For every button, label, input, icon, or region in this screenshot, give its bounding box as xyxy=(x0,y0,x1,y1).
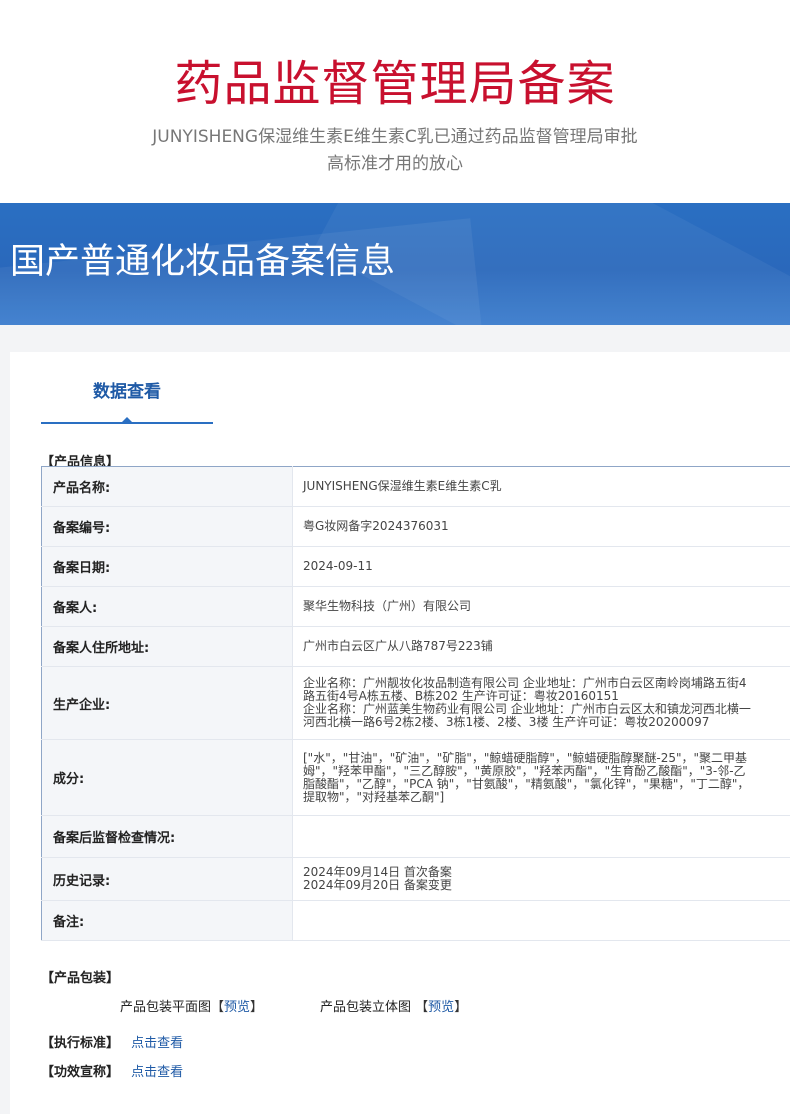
row-value xyxy=(292,900,790,941)
efficacy-label: 【功效宣称】 xyxy=(41,1065,120,1080)
row-key: 产品名称: xyxy=(41,466,293,507)
standard-view-link[interactable]: 点击查看 xyxy=(131,1036,183,1051)
product-info-table: 产品名称: JUNYISHENG保湿维生素E维生素C乳 备案编号: 粤G妆网备字… xyxy=(41,466,790,941)
row-value-production-company: 企业名称：广州靓妆化妆品制造有限公司 企业地址：广州市白云区南岭岗埔路五街4 路… xyxy=(292,666,790,740)
text-line: 河西北横一路6号2栋2楼、3栋1楼、2楼、3楼 生产许可证：粤妆20200097 xyxy=(303,715,710,729)
packaging-flat-label: 产品包装平面图 xyxy=(120,1000,212,1015)
table-row: 历史记录: 2024年09月14日 首次备案 2024年09月20日 备案变更 xyxy=(41,857,790,901)
subtitle-line-2: 高标准才用的放心 xyxy=(327,154,463,174)
tab-indicator-caret xyxy=(121,417,133,423)
table-row: 成分: ["水"，"甘油"，"矿油"，"矿脂"，"鲸蜡硬脂醇"，"鲸蜡硬脂醇聚醚… xyxy=(41,739,790,816)
packaging-flat-preview-link[interactable]: 预览 xyxy=(224,1000,250,1015)
row-value-ingredients: ["水"，"甘油"，"矿油"，"矿脂"，"鲸蜡硬脂醇"，"鲸蜡硬脂醇聚醚-25"… xyxy=(292,739,790,816)
table-row: 备案日期: 2024-09-11 xyxy=(41,546,790,587)
content-area: 数据查看 【产品信息】 产品名称: JUNYISHENG保湿维生素E维生素C乳 … xyxy=(0,352,790,1114)
table-row: 备案后监督检查情况: xyxy=(41,815,790,858)
row-value: 粤G妆网备字2024376031 xyxy=(292,506,790,547)
banner-title: 国产普通化妆品备案信息 xyxy=(10,242,396,282)
standard-label: 【执行标准】 xyxy=(41,1036,120,1051)
page-title: 药品监督管理局备案 xyxy=(174,56,616,112)
packaging-solid: 产品包装立体图 【预览】 xyxy=(320,996,467,1015)
text-line: 脂酸酯"，"乙醇"，"PCA 钠"，"甘氨酸"，"精氨酸"，"氯化锌"，"果糖"… xyxy=(303,776,750,791)
text-line: ["水"，"甘油"，"矿油"，"矿脂"，"鲸蜡硬脂醇"，"鲸蜡硬脂醇聚醚-25"… xyxy=(303,750,748,765)
table-row: 备案人住所地址: 广州市白云区广从八路787号223铺 xyxy=(41,626,790,667)
subtitle-line-1: JUNYISHENG保湿维生素E维生素C乳已通过药品监督管理局审批 xyxy=(152,127,638,147)
row-key: 备案人: xyxy=(41,586,293,627)
standard-row: 【执行标准】 点击查看 xyxy=(41,1032,183,1051)
efficacy-view-link[interactable]: 点击查看 xyxy=(131,1065,183,1080)
table-row: 产品名称: JUNYISHENG保湿维生素E维生素C乳 xyxy=(41,466,790,507)
row-value: 2024-09-11 xyxy=(292,546,790,587)
page-header: 药品监督管理局备案 JUNYISHENG保湿维生素E维生素C乳已通过药品监督管理… xyxy=(0,0,790,203)
bracket: 【 xyxy=(211,1000,225,1015)
table-row: 备案人: 聚华生物科技（广州）有限公司 xyxy=(41,586,790,627)
row-key: 成分: xyxy=(41,739,293,816)
row-value: 广州市白云区广从八路787号223铺 xyxy=(292,626,790,667)
row-key: 历史记录: xyxy=(41,857,293,901)
packaging-solid-label: 产品包装立体图 xyxy=(320,1000,412,1015)
text-line: 姆"，"羟苯甲酯"，"三乙醇胺"，"黄原胶"，"羟苯丙酯"，"生育酚乙酸酯"，"… xyxy=(303,763,746,778)
row-key: 备案编号: xyxy=(41,506,293,547)
banner: 国产普通化妆品备案信息 xyxy=(0,203,790,325)
spacer xyxy=(0,325,790,352)
tab-bar: 数据查看 xyxy=(10,352,790,424)
table-row: 生产企业: 企业名称：广州靓妆化妆品制造有限公司 企业地址：广州市白云区南岭岗埔… xyxy=(41,666,790,740)
tab-data-view[interactable]: 数据查看 xyxy=(41,352,213,424)
efficacy-row: 【功效宣称】 点击查看 xyxy=(41,1061,183,1080)
subtitle: JUNYISHENG保湿维生素E维生素C乳已通过药品监督管理局审批 高标准才用的… xyxy=(0,124,790,178)
row-key: 备案人住所地址: xyxy=(41,626,293,667)
row-key: 备案后监督检查情况: xyxy=(41,815,293,858)
row-value: JUNYISHENG保湿维生素E维生素C乳 xyxy=(292,466,790,507)
bracket: 【 xyxy=(415,1000,429,1015)
row-key: 备案日期: xyxy=(41,546,293,587)
packaging-solid-preview-link[interactable]: 预览 xyxy=(428,1000,454,1015)
packaging-flat: 产品包装平面图【预览】 xyxy=(120,996,263,1015)
row-value xyxy=(292,815,790,858)
info-card: 数据查看 【产品信息】 产品名称: JUNYISHENG保湿维生素E维生素C乳 … xyxy=(10,352,790,1114)
table-row: 备案编号: 粤G妆网备字2024376031 xyxy=(41,506,790,547)
row-key: 备注: xyxy=(41,900,293,941)
row-value-history: 2024年09月14日 首次备案 2024年09月20日 备案变更 xyxy=(292,857,790,901)
row-key: 生产企业: xyxy=(41,666,293,740)
row-value: 聚华生物科技（广州）有限公司 xyxy=(292,586,790,627)
packaging-heading: 【产品包装】 xyxy=(41,971,120,986)
bracket: 】 xyxy=(250,1000,264,1015)
text-line: 2024年09月20日 备案变更 xyxy=(303,878,452,892)
bracket: 】 xyxy=(454,1000,468,1015)
table-row: 备注: xyxy=(41,900,790,941)
text-line: 提取物"，"对羟基苯乙酮"] xyxy=(303,789,445,804)
